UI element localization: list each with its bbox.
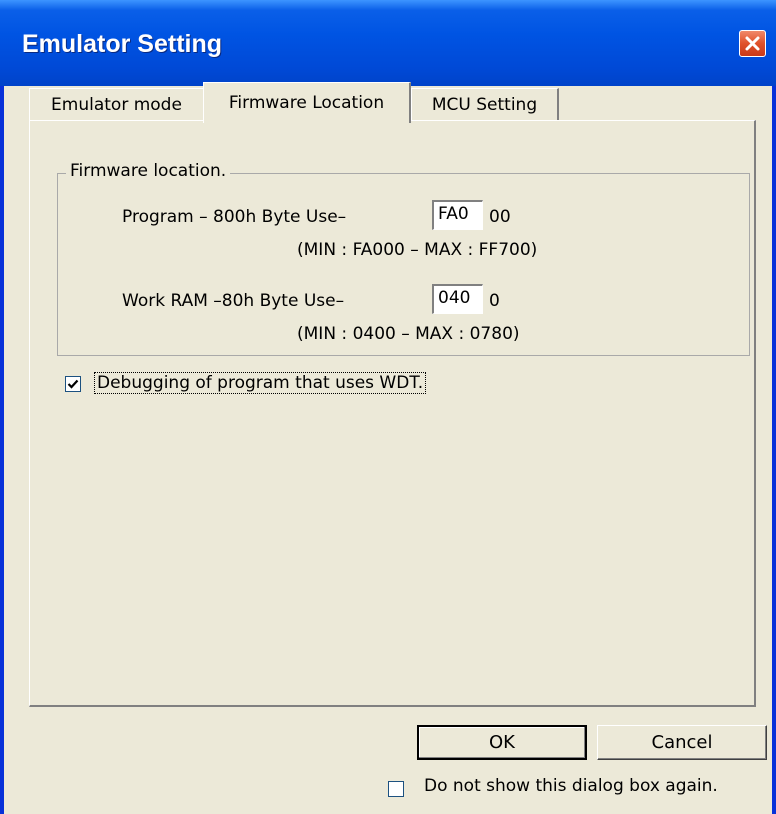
work-ram-suffix: 0 <box>489 291 500 311</box>
tab-label: Emulator mode <box>51 95 182 115</box>
group-legend: Firmware location. <box>66 161 231 181</box>
cancel-button-label: Cancel <box>651 732 713 753</box>
program-range: (MIN : FA000 – MAX : FF700) <box>297 240 538 260</box>
ok-button[interactable]: OK <box>417 725 587 760</box>
dont-show-checkbox[interactable] <box>388 781 404 797</box>
checkmark-icon <box>67 379 79 389</box>
program-address-input[interactable]: FA0 <box>432 200 483 230</box>
tab-emulator-mode[interactable]: Emulator mode <box>29 88 205 121</box>
tab-label: MCU Setting <box>431 95 538 115</box>
close-icon <box>745 36 760 51</box>
program-label: Program – 800h Byte Use– <box>122 207 347 227</box>
tab-firmware-location[interactable]: Firmware Location <box>203 82 411 123</box>
close-button[interactable] <box>739 30 766 57</box>
program-suffix: 00 <box>489 207 511 227</box>
cancel-button[interactable]: Cancel <box>597 725 767 760</box>
work-ram-range: (MIN : 0400 – MAX : 0780) <box>297 324 520 344</box>
tab-label: Firmware Location <box>228 93 385 113</box>
work-ram-label: Work RAM –80h Byte Use– <box>122 291 345 311</box>
window-title: Emulator Setting <box>22 30 223 58</box>
wdt-checkbox[interactable] <box>65 376 81 392</box>
dont-show-label[interactable]: Do not show this dialog box again. <box>424 776 718 796</box>
tab-mcu-setting[interactable]: MCU Setting <box>411 88 559 121</box>
wdt-checkbox-label[interactable]: Debugging of program that uses WDT. <box>94 372 427 394</box>
ok-button-label: OK <box>489 732 515 753</box>
work-ram-address-input[interactable]: 040 <box>432 284 483 314</box>
title-bar[interactable]: Emulator Setting <box>0 0 776 86</box>
